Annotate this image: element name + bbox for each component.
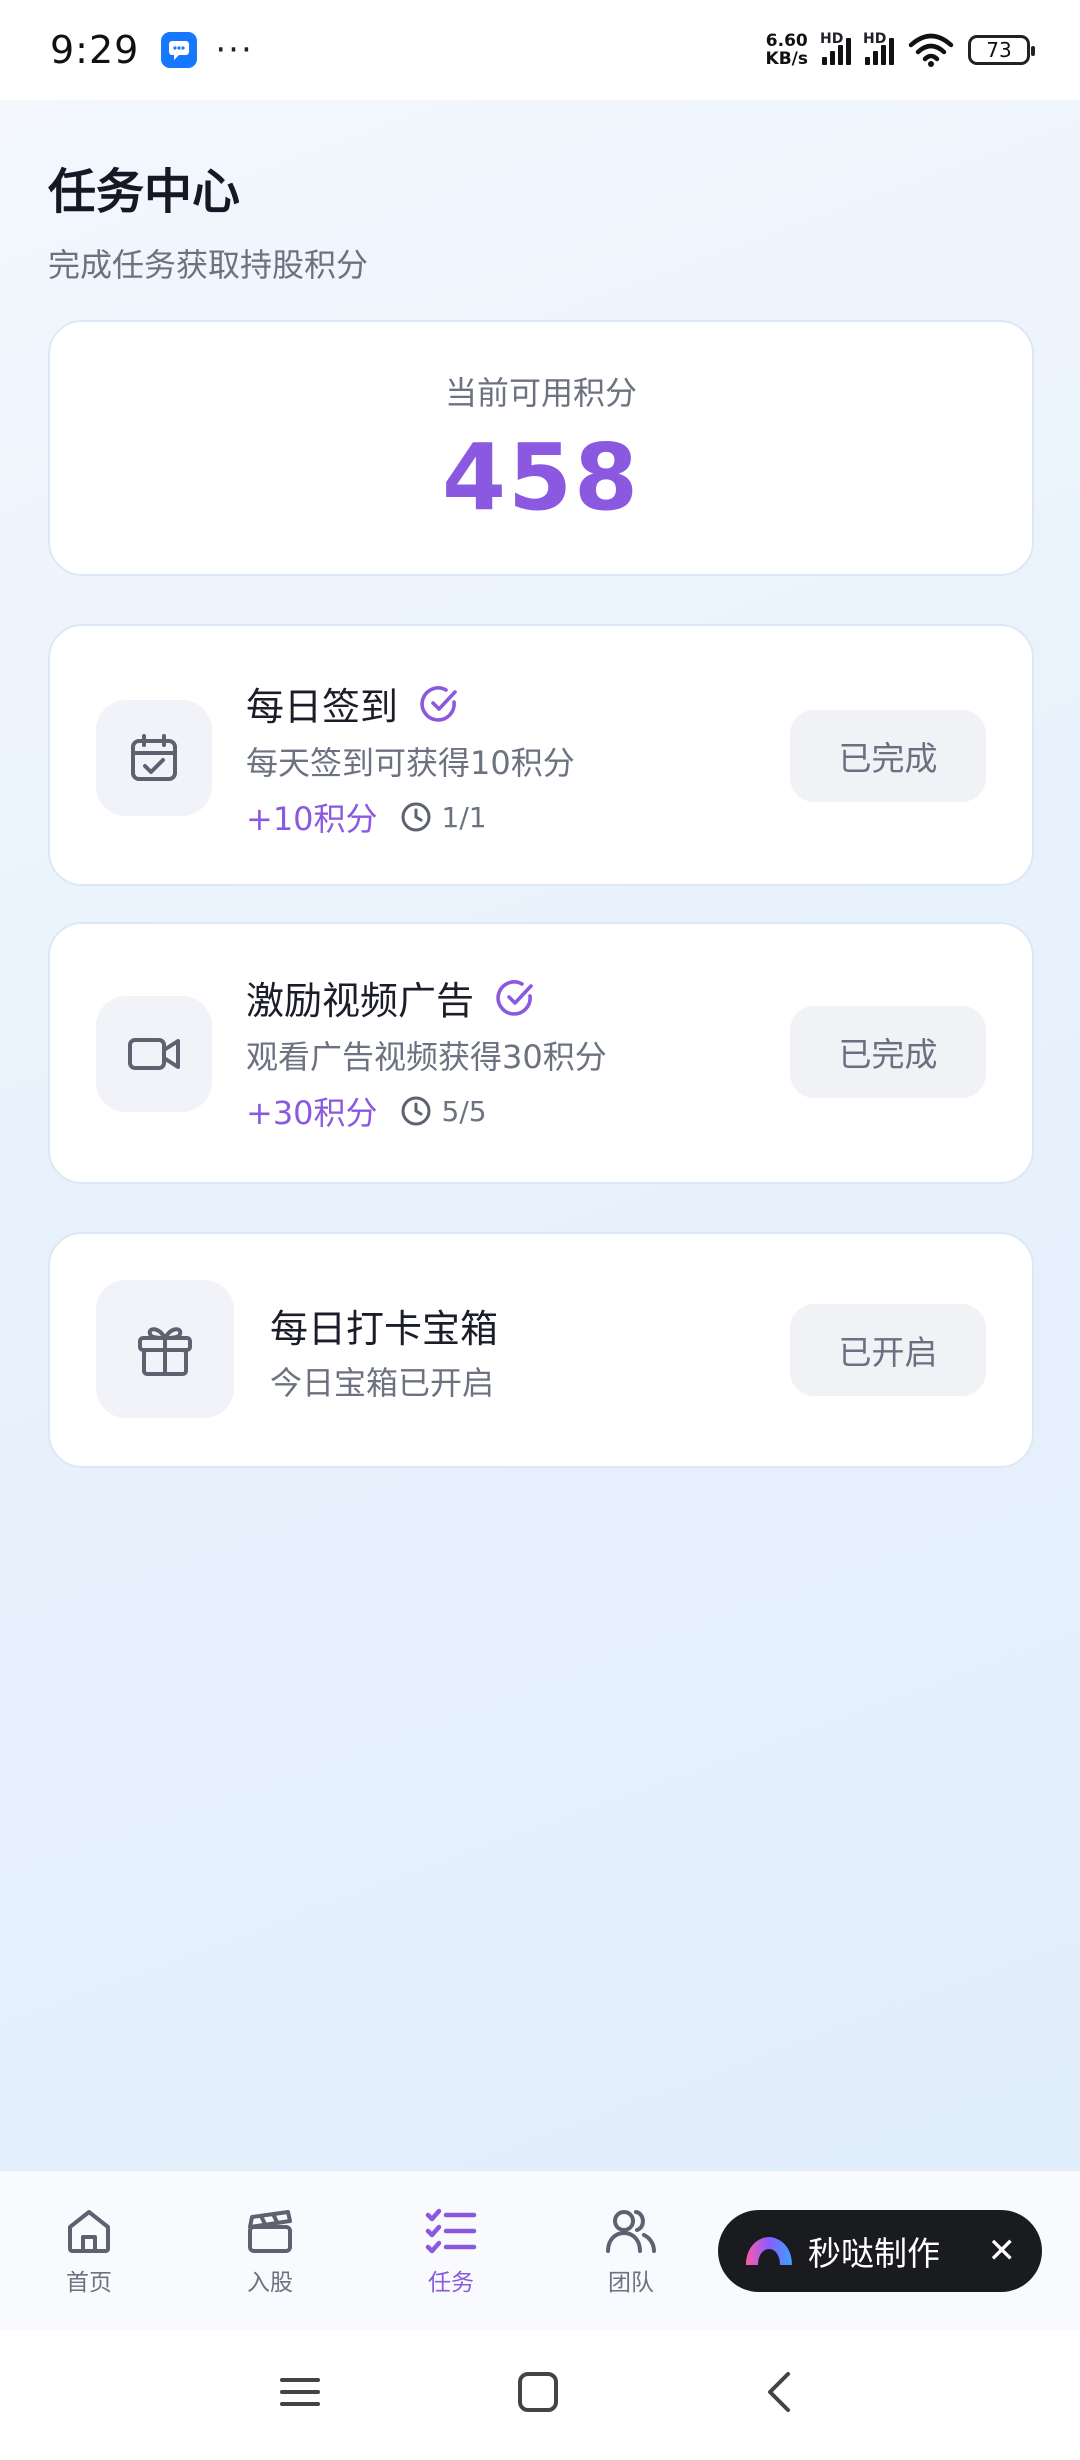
- task-description: 每天签到可获得10积分: [246, 744, 575, 782]
- task-title: 激励视频广告: [246, 970, 536, 1025]
- gift-icon: [96, 1280, 234, 1418]
- task-title: 每日打卡宝箱: [270, 1307, 499, 1351]
- page-title: 任务中心: [48, 164, 241, 220]
- points-card: 当前可用积分 458: [48, 320, 1034, 576]
- wifi-icon: [908, 33, 954, 67]
- reward-points: +30积分: [246, 1094, 378, 1132]
- task-card-video-ad: 激励视频广告 观看广告视频获得30积分 +30积分 5/5 已完成: [48, 922, 1034, 1184]
- close-icon[interactable]: ✕: [988, 2231, 1017, 2271]
- status-bar: 9:29 ··· 6.60 KB/s HD HD 73: [0, 0, 1080, 100]
- video-camera-icon: [96, 996, 212, 1112]
- maker-badge[interactable]: 秒哒制作 ✕: [718, 2210, 1042, 2292]
- task-list-icon: [425, 2208, 477, 2254]
- message-app-icon: [161, 32, 198, 68]
- menu-icon[interactable]: [278, 2370, 322, 2414]
- task-meta: +10积分 1/1: [246, 794, 487, 840]
- task-title: 每日签到: [246, 676, 460, 731]
- signal-icon: HD: [820, 31, 851, 65]
- nav-item-home[interactable]: 首页: [34, 2207, 144, 2297]
- signal-icon: HD: [863, 31, 894, 65]
- task-description: 观看广告视频获得30积分: [246, 1038, 607, 1076]
- task-card-treasure-box: 每日打卡宝箱 今日宝箱已开启 已开启: [48, 1232, 1034, 1468]
- maker-logo-icon: [746, 2237, 792, 2265]
- clock-icon: [401, 1096, 431, 1126]
- task-status-button[interactable]: 已完成: [790, 710, 986, 802]
- network-speed: 6.60 KB/s: [765, 31, 808, 69]
- nav-item-invest[interactable]: 入股: [215, 2207, 325, 2297]
- nav-item-team[interactable]: 团队: [576, 2207, 686, 2297]
- more-notifications-icon: ···: [215, 30, 254, 70]
- status-indicators: 6.60 KB/s HD HD 73: [765, 31, 1035, 69]
- maker-label: 秒哒制作: [808, 2234, 940, 2273]
- clapperboard-icon: [248, 2210, 292, 2253]
- system-nav-bar: [0, 2330, 1080, 2460]
- check-circle-icon: [420, 685, 457, 722]
- task-status-button[interactable]: 已完成: [790, 1006, 986, 1098]
- team-icon: [606, 2210, 656, 2253]
- battery-icon: 73: [968, 35, 1035, 65]
- points-label: 当前可用积分: [444, 374, 637, 412]
- task-description: 今日宝箱已开启: [270, 1364, 495, 1402]
- task-card-daily-checkin: 每日签到 每天签到可获得10积分 +10积分 1/1 已完成: [48, 624, 1034, 886]
- task-status-button[interactable]: 已开启: [790, 1304, 986, 1396]
- calendar-check-icon: [96, 700, 212, 816]
- clock: 9:29: [50, 28, 140, 72]
- home-button-icon[interactable]: [516, 2370, 560, 2414]
- task-progress: 5/5: [400, 1095, 487, 1128]
- nav-item-tasks[interactable]: 任务: [396, 2207, 506, 2297]
- check-circle-icon: [496, 979, 533, 1016]
- reward-points: +10积分: [246, 800, 378, 838]
- page-subtitle: 完成任务获取持股积分: [48, 246, 369, 284]
- clock-icon: [401, 802, 431, 832]
- home-icon: [68, 2210, 110, 2253]
- points-value: 458: [441, 424, 641, 531]
- back-icon[interactable]: [758, 2370, 802, 2414]
- task-progress: 1/1: [400, 801, 487, 834]
- task-meta: +30积分 5/5: [246, 1088, 487, 1134]
